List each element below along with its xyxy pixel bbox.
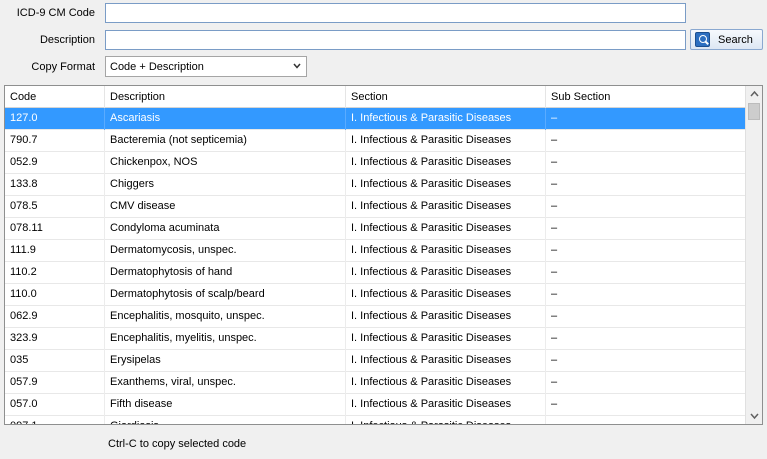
cell-sub-section: – <box>546 284 746 306</box>
cell-sub-section: – <box>546 262 746 284</box>
cell-code: 057.0 <box>5 394 105 416</box>
cell-code: 097.1 <box>5 416 105 424</box>
cell-section: I. Infectious & Parasitic Diseases <box>346 240 546 262</box>
table-row[interactable]: 035 Erysipelas I. Infectious & Parasitic D… <box>5 350 746 372</box>
cell-description: Dermatophytosis of hand <box>105 262 346 284</box>
cell-section: I. Infectious & Parasitic Diseases <box>346 350 546 372</box>
cell-sub-section: – <box>546 130 746 152</box>
code-input[interactable] <box>105 3 686 23</box>
table-row[interactable]: 111.9 Dermatomycosis, unspec. I. Infectiou… <box>5 240 746 262</box>
cell-code: 057.9 <box>5 372 105 394</box>
cell-section: I. Infectious & Parasitic Diseases <box>346 262 546 284</box>
cell-sub-section: – <box>546 394 746 416</box>
cell-sub-section: – <box>546 306 746 328</box>
cell-sub-section: – <box>546 350 746 372</box>
description-label: Description <box>39 34 95 46</box>
cell-description: Encephalitis, mosquito, unspec. <box>105 306 346 328</box>
cell-description: Bacteremia (not septicemia) <box>105 130 346 152</box>
scroll-up-icon[interactable] <box>746 86 763 103</box>
grid-rows: 127.0 Ascariasis I. Infectious & Parasitic… <box>5 108 746 424</box>
grid-header: Code Description Section Sub Section <box>5 86 746 108</box>
table-row[interactable]: 110.0 Dermatophytosis of scalp/beard I. In… <box>5 284 746 306</box>
cell-description: Dermatomycosis, unspec. <box>105 240 346 262</box>
cell-code: 035 <box>5 350 105 372</box>
column-header-description[interactable]: Description <box>105 86 346 108</box>
cell-description: Encephalitis, myelitis, unspec. <box>105 328 346 350</box>
description-input[interactable] <box>105 30 686 50</box>
cell-sub-section: – <box>546 328 746 350</box>
cell-description: Dermatophytosis of scalp/beard <box>105 284 346 306</box>
cell-sub-section: – <box>546 174 746 196</box>
cell-section: I. Infectious & Parasitic Diseases <box>346 174 546 196</box>
table-row[interactable]: 790.7 Bacteremia (not septicemia) I. Infec… <box>5 130 746 152</box>
cell-sub-section: – <box>546 108 746 130</box>
code-label: ICD-9 CM Code <box>16 7 95 19</box>
table-row[interactable]: 097.1GiardiasisI. Infectious & Parasitic… <box>5 416 746 424</box>
table-row[interactable]: 057.0 Fifth disease I. Infectious & Parasi… <box>5 394 746 416</box>
cell-code: 110.0 <box>5 284 105 306</box>
table-row[interactable]: 323.9 Encephalitis, myelitis, unspec. I. I… <box>5 328 746 350</box>
cell-code: 111.9 <box>5 240 105 262</box>
table-row[interactable]: 127.0 Ascariasis I. Infectious & Parasitic… <box>5 108 746 130</box>
cell-section: I. Infectious & Parasitic Diseases <box>346 328 546 350</box>
cell-code: 323.9 <box>5 328 105 350</box>
column-header-section[interactable]: Section <box>346 86 546 108</box>
table-row[interactable]: 078.11 Condyloma acuminata I. Infectious &… <box>5 218 746 240</box>
column-header-sub-section[interactable]: Sub Section <box>546 86 746 108</box>
cell-section: I. Infectious & Parasitic Diseases <box>346 130 546 152</box>
cell-sub-section: – <box>546 416 746 424</box>
cell-description: Ascariasis <box>105 108 346 130</box>
cell-sub-section: – <box>546 196 746 218</box>
cell-code: 133.8 <box>5 174 105 196</box>
cell-section: I. Infectious & Parasitic Diseases <box>346 306 546 328</box>
cell-sub-section: – <box>546 372 746 394</box>
cell-sub-section: – <box>546 240 746 262</box>
cell-section: I. Infectious & Parasitic Diseases <box>346 372 546 394</box>
cell-code: 078.11 <box>5 218 105 240</box>
cell-description: Giardiasis <box>105 416 346 424</box>
cell-code: 110.2 <box>5 262 105 284</box>
scroll-down-icon[interactable] <box>746 407 763 424</box>
cell-code: 790.7 <box>5 130 105 152</box>
cell-section: I. Infectious & Parasitic Diseases <box>346 394 546 416</box>
table-row[interactable]: 052.9 Chickenpox, NOS I. Infectious & Para… <box>5 152 746 174</box>
cell-code: 078.5 <box>5 196 105 218</box>
table-row[interactable]: 078.5 CMV disease I. Infectious & Parasiti… <box>5 196 746 218</box>
cell-description: Condyloma acuminata <box>105 218 346 240</box>
vertical-scrollbar[interactable] <box>745 86 762 424</box>
cell-code: 127.0 <box>5 108 105 130</box>
cell-description: CMV disease <box>105 196 346 218</box>
chevron-down-icon <box>293 63 301 69</box>
results-grid[interactable]: Code Description Section Sub Section 127… <box>4 85 763 425</box>
table-row[interactable]: 133.8 Chiggers I. Infectious & Parasitic D… <box>5 174 746 196</box>
cell-code: 052.9 <box>5 152 105 174</box>
copy-hint: Ctrl-C to copy selected code <box>108 438 247 450</box>
cell-section: I. Infectious & Parasitic Diseases <box>346 416 546 424</box>
table-row[interactable]: 110.2 Dermatophytosis of hand I. Infectiou… <box>5 262 746 284</box>
copy-format-value: Code + Description <box>110 60 204 73</box>
cell-description: Chickenpox, NOS <box>105 152 346 174</box>
search-button-label: Search <box>718 33 753 46</box>
cell-section: I. Infectious & Parasitic Diseases <box>346 108 546 130</box>
cell-sub-section: – <box>546 152 746 174</box>
cell-section: I. Infectious & Parasitic Diseases <box>346 152 546 174</box>
cell-section: I. Infectious & Parasitic Diseases <box>346 284 546 306</box>
cell-section: I. Infectious & Parasitic Diseases <box>346 196 546 218</box>
table-row[interactable]: 062.9 Encephalitis, mosquito, unspec. I. I… <box>5 306 746 328</box>
table-row[interactable]: 057.9 Exanthems, viral, unspec. I. Infecti… <box>5 372 746 394</box>
scrollbar-thumb[interactable] <box>748 103 760 120</box>
cell-code: 062.9 <box>5 306 105 328</box>
cell-sub-section: – <box>546 218 746 240</box>
search-button[interactable]: Search <box>690 29 763 50</box>
cell-description: Exanthems, viral, unspec. <box>105 372 346 394</box>
cell-description: Chiggers <box>105 174 346 196</box>
column-header-code[interactable]: Code <box>5 86 105 108</box>
cell-description: Erysipelas <box>105 350 346 372</box>
cell-description: Fifth disease <box>105 394 346 416</box>
copy-format-label: Copy Format <box>31 61 95 73</box>
cell-section: I. Infectious & Parasitic Diseases <box>346 218 546 240</box>
search-icon <box>695 32 710 47</box>
copy-format-select[interactable]: Code + Description <box>105 56 307 77</box>
